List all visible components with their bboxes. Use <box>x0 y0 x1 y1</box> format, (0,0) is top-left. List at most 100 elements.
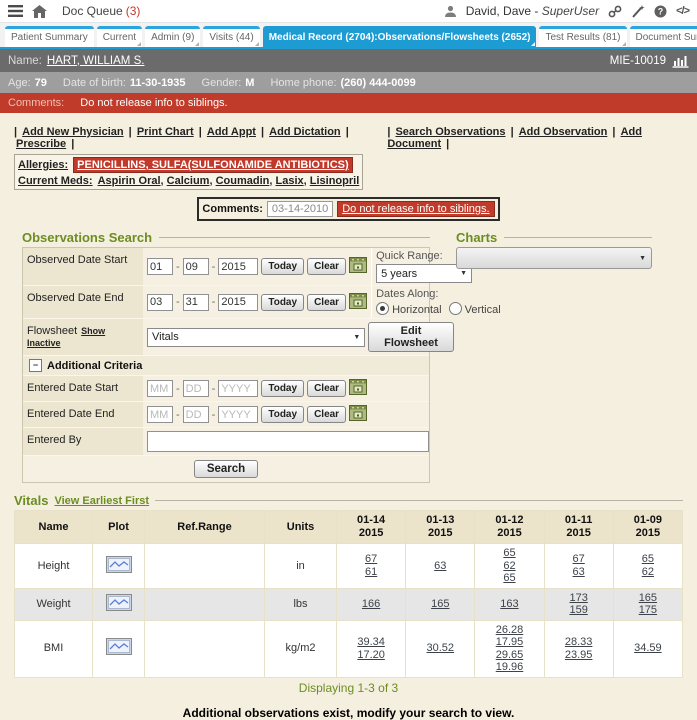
svg-text:?: ? <box>658 6 664 16</box>
med-link-coumadin[interactable]: Coumadin <box>216 175 270 187</box>
observation-value-link[interactable]: 65 <box>614 553 682 566</box>
entered-end-year-input[interactable] <box>218 406 258 423</box>
observation-value-link[interactable]: 62 <box>614 566 682 579</box>
user-menu[interactable]: David, Dave - SuperUser <box>466 4 599 18</box>
observation-value-link[interactable]: 165 <box>406 598 474 611</box>
wand-icon[interactable] <box>631 5 645 18</box>
action-link-add-observation[interactable]: Add Observation <box>519 126 608 138</box>
observed-start-day-input[interactable] <box>183 258 209 275</box>
allergies-label[interactable]: Allergies: <box>18 159 68 171</box>
tab-admin-9[interactable]: Admin (9) <box>145 26 200 47</box>
observation-value-link[interactable]: 23.95 <box>545 649 613 662</box>
today-button[interactable]: Today <box>261 406 304 423</box>
action-link-prescribe[interactable]: Prescribe <box>16 138 66 150</box>
observation-value-link[interactable]: 67 <box>337 553 405 566</box>
tab-medical-record-2704-observations-flowsheets-2652[interactable]: Medical Record (2704):Observations/Flows… <box>263 26 537 47</box>
observation-value-link[interactable]: 65 <box>475 572 543 585</box>
action-link-search-observations[interactable]: Search Observations <box>395 126 505 138</box>
med-link-lisinopril[interactable]: Lisinopril <box>310 175 360 187</box>
observation-value-link[interactable]: 67 <box>545 553 613 566</box>
calendar-icon[interactable] <box>349 379 367 398</box>
link-icon[interactable] <box>608 5 622 18</box>
code-icon[interactable]: </> <box>676 5 689 17</box>
patient-chart-icon[interactable] <box>672 54 689 68</box>
observation-value-link[interactable]: 34.59 <box>614 642 682 655</box>
allergy-value-link[interactable]: PENICILLINS, SULFA(SULFONAMIDE ANTIBIOTI… <box>73 157 353 173</box>
observation-value-link[interactable]: 166 <box>337 598 405 611</box>
dates-along-radio-vertical[interactable] <box>449 302 462 315</box>
hamburger-menu-icon[interactable] <box>8 5 23 17</box>
entered-by-textarea[interactable] <box>147 431 429 452</box>
entered-start-year-input[interactable] <box>218 380 258 397</box>
today-button[interactable]: Today <box>261 380 304 397</box>
calendar-icon[interactable] <box>349 293 367 312</box>
observation-value-link[interactable]: 159 <box>545 604 613 617</box>
observation-value-link[interactable]: 39.34 <box>337 636 405 649</box>
observation-value-link[interactable]: 30.52 <box>406 642 474 655</box>
entered-end-month-input[interactable] <box>147 406 173 423</box>
clear-button[interactable]: Clear <box>307 294 346 311</box>
observation-value-link[interactable]: 29.65 <box>475 649 543 662</box>
patient-name-link[interactable]: HART, WILLIAM S. <box>47 55 145 67</box>
current-meds-label[interactable]: Current Meds: <box>18 175 93 187</box>
observed-end-month-input[interactable] <box>147 294 173 311</box>
observation-value-link[interactable]: 63 <box>406 560 474 573</box>
search-button[interactable]: Search <box>194 460 258 478</box>
plot-icon <box>106 638 132 655</box>
observation-value-link[interactable]: 19.96 <box>475 661 543 674</box>
observation-value-link[interactable]: 65 <box>475 547 543 560</box>
plot-cell[interactable] <box>93 620 145 677</box>
dates-along-radio-horizontal[interactable] <box>376 302 389 315</box>
additional-criteria-toggle[interactable]: − Additional Criteria <box>23 356 429 376</box>
observed-end-year-input[interactable] <box>218 294 258 311</box>
view-earliest-first-link[interactable]: View Earliest First <box>54 495 149 507</box>
med-link-aspirin-oral[interactable]: Aspirin Oral <box>98 175 161 187</box>
observation-value-link[interactable]: 28.33 <box>545 636 613 649</box>
plot-cell[interactable] <box>93 544 145 589</box>
med-link-lasix[interactable]: Lasix <box>275 175 303 187</box>
observed-start-month-input[interactable] <box>147 258 173 275</box>
observation-cell: 165175 <box>613 588 682 620</box>
tab-visits-44[interactable]: Visits (44) <box>203 26 259 47</box>
observation-value-link[interactable]: 163 <box>475 598 543 611</box>
plot-cell[interactable] <box>93 588 145 620</box>
action-link-add-dictation[interactable]: Add Dictation <box>269 126 341 138</box>
help-icon[interactable]: ? <box>654 5 667 18</box>
edit-flowsheet-button[interactable]: Edit Flowsheet <box>368 322 454 352</box>
tab-current[interactable]: Current <box>97 26 142 47</box>
med-link-calcium[interactable]: Calcium <box>167 175 210 187</box>
calendar-icon[interactable] <box>349 405 367 424</box>
calendar-icon[interactable] <box>349 257 367 276</box>
today-button[interactable]: Today <box>261 258 304 275</box>
home-icon[interactable] <box>32 5 47 18</box>
observed-end-day-input[interactable] <box>183 294 209 311</box>
action-link-print-chart[interactable]: Print Chart <box>137 126 194 138</box>
today-button[interactable]: Today <box>261 294 304 311</box>
observation-value-link[interactable]: 165 <box>614 592 682 605</box>
action-link-add-appt[interactable]: Add Appt <box>207 126 256 138</box>
observation-value-link[interactable]: 63 <box>545 566 613 579</box>
doc-queue-link[interactable]: Doc Queue(3) <box>62 4 140 18</box>
entered-start-day-input[interactable] <box>183 380 209 397</box>
comments-note-link[interactable]: Do not release info to siblings. <box>337 201 494 217</box>
flowsheet-select[interactable]: Vitals▼ <box>147 328 365 347</box>
tab-document-summary-267[interactable]: Document Summary (267) <box>630 26 697 47</box>
tab-test-results-81[interactable]: Test Results (81) <box>539 26 626 47</box>
observed-start-year-input[interactable] <box>218 258 258 275</box>
clear-button[interactable]: Clear <box>307 380 346 397</box>
observation-value-link[interactable]: 26.28 <box>475 624 543 637</box>
observation-value-link[interactable]: 17.95 <box>475 636 543 649</box>
observation-value-link[interactable]: 173 <box>545 592 613 605</box>
entered-start-month-input[interactable] <box>147 380 173 397</box>
charts-select[interactable]: ▼ <box>456 247 652 269</box>
observation-value-link[interactable]: 61 <box>337 566 405 579</box>
collapse-icon[interactable]: − <box>29 359 42 372</box>
tab-patient-summary[interactable]: Patient Summary <box>5 26 94 47</box>
clear-button[interactable]: Clear <box>307 258 346 275</box>
clear-button[interactable]: Clear <box>307 406 346 423</box>
observation-value-link[interactable]: 175 <box>614 604 682 617</box>
observation-value-link[interactable]: 62 <box>475 560 543 573</box>
entered-end-day-input[interactable] <box>183 406 209 423</box>
observation-value-link[interactable]: 17.20 <box>337 649 405 662</box>
action-link-add-new-physician[interactable]: Add New Physician <box>22 126 123 138</box>
